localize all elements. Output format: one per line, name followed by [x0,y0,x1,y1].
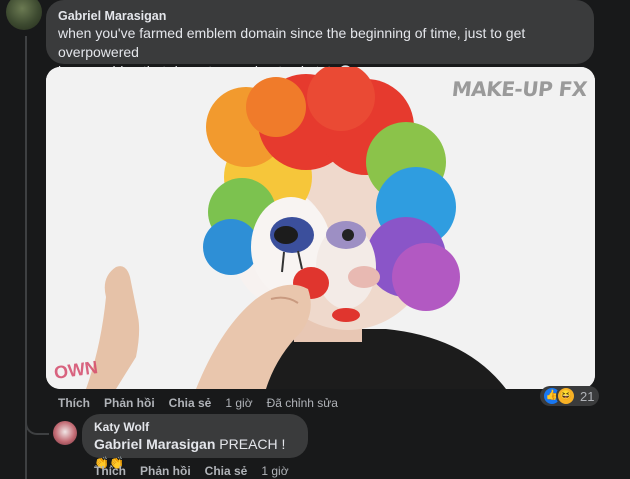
makeup-fx-watermark: MAKE-UP FX [450,77,589,101]
share-button[interactable]: Chia sẻ [169,396,212,410]
reply-actions: Thích Phản hồi Chia sẻ 1 giờ [94,464,303,478]
clown-makeup-image [46,67,595,389]
comment-text-line-1: when you've farmed emblem domain since t… [58,25,526,60]
comment-actions: Thích Phản hồi Chia sẻ 1 giờ Đã chỉnh sử… [58,396,352,410]
reply-timestamp[interactable]: 1 giờ [261,464,288,478]
timestamp[interactable]: 1 giờ [225,396,252,410]
comment-author[interactable]: Gabriel Marasigan [58,8,582,24]
comment-bubble: Gabriel Marasigan when you've farmed emb… [46,0,594,79]
comment-gif[interactable]: MAKE-UP FX OWN [46,67,595,389]
reaction-summary[interactable]: 👍 😆 21 [540,386,600,406]
edited-label: Đã chỉnh sửa [266,396,338,410]
reply-reply-button[interactable]: Phản hồi [140,464,191,478]
reply-bubble: Katy Wolf Gabriel Marasigan PREACH ! 👏👏 [82,414,308,470]
reply-author[interactable]: Katy Wolf [94,420,296,435]
like-button[interactable]: Thích [58,396,90,410]
haha-reaction-icon: 😆 [556,386,576,406]
reply-share-button[interactable]: Chia sẻ [205,464,248,478]
reply-like-button[interactable]: Thích [94,464,126,478]
reaction-count: 21 [580,388,595,404]
reply-button[interactable]: Phản hồi [104,396,155,410]
mention-link[interactable]: Gabriel Marasigan [94,436,215,452]
reply-avatar[interactable] [53,421,77,445]
reply-text-content: PREACH ! [215,436,286,452]
reply-connector [25,411,49,435]
avatar[interactable] [6,0,42,30]
